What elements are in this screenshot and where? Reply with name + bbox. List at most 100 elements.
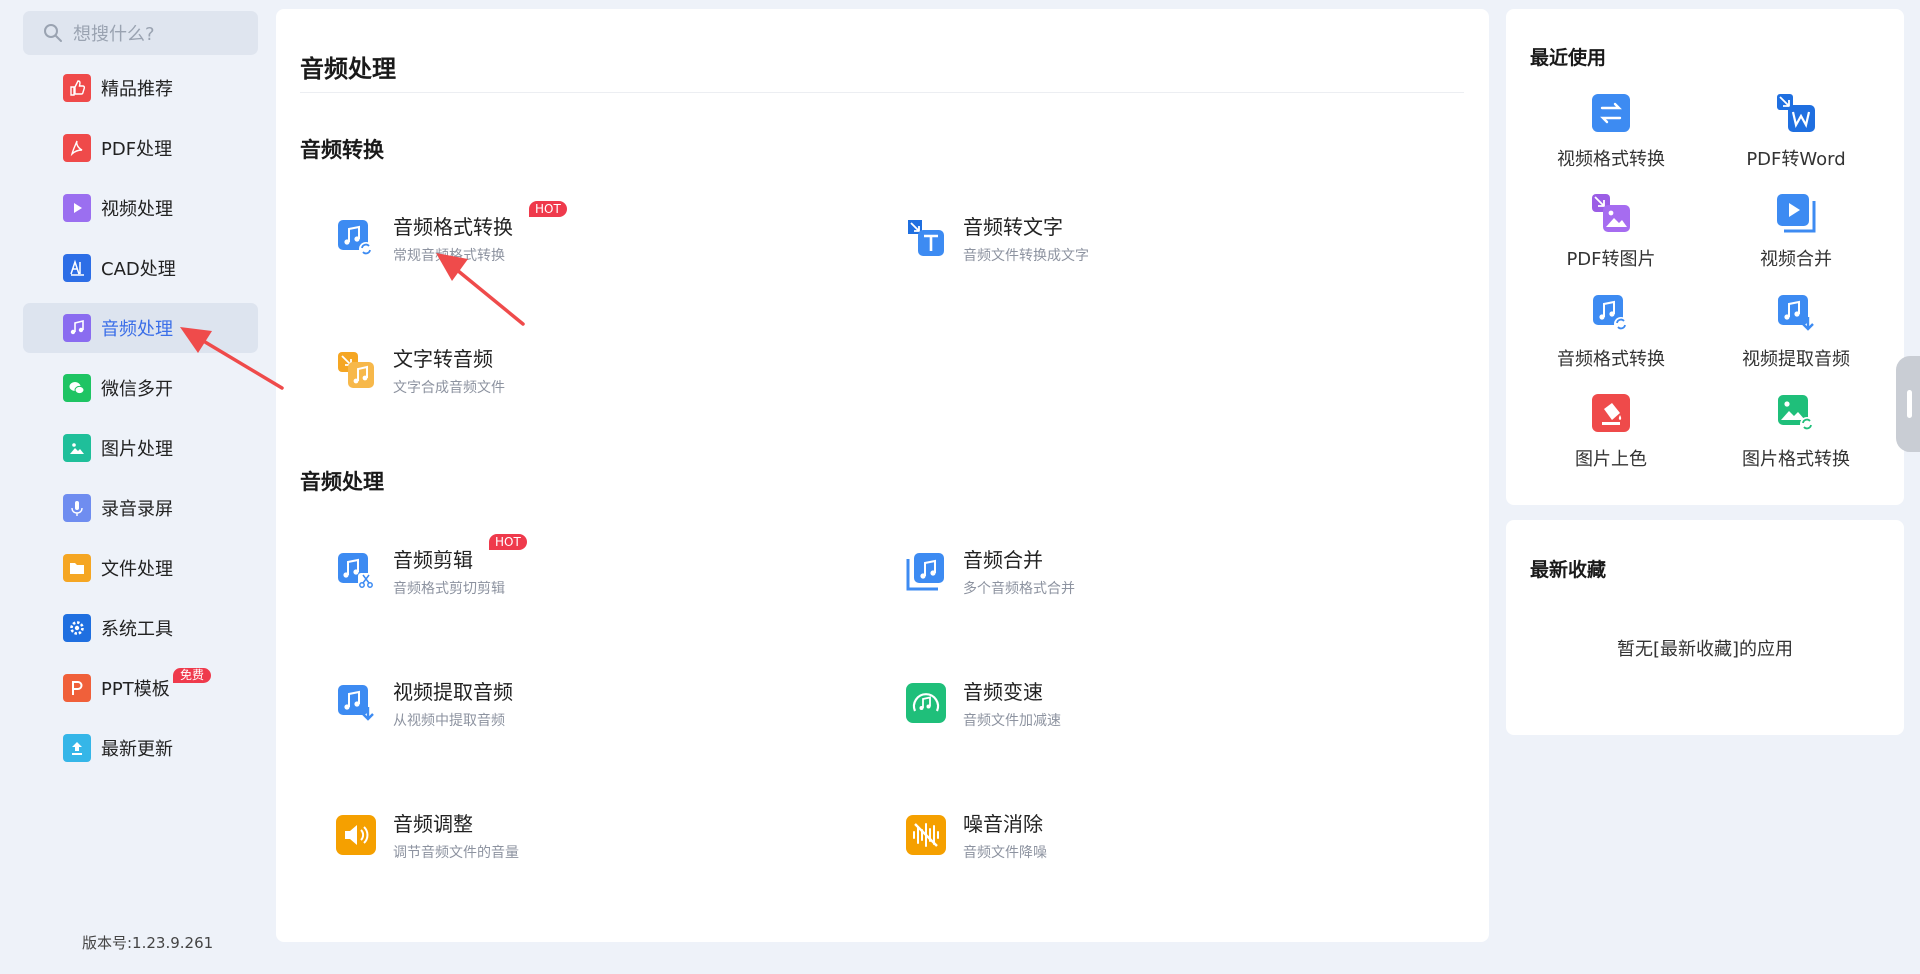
tool-name: 噪音消除 — [963, 812, 1043, 836]
recent-item-label: PDF转Word — [1746, 149, 1846, 170]
sidebar-item-label: 音频处理 — [101, 319, 173, 340]
search-icon — [44, 24, 62, 42]
drawer-handle-grip — [1907, 390, 1912, 418]
tool-audio-format-convert[interactable]: 音频格式转换 HOT 常规音频格式转换 — [336, 201, 567, 265]
tool-name: 音频调整 — [393, 812, 473, 836]
paint-bucket-icon — [1591, 393, 1631, 433]
tool-name: 视频提取音频 — [393, 680, 513, 704]
tool-extract-audio[interactable]: 视频提取音频 从视频中提取音频 — [336, 676, 513, 730]
tool-name: 音频格式转换 HOT — [393, 201, 567, 240]
tool-text: 视频提取音频 从视频中提取音频 — [393, 676, 513, 730]
gear-icon — [63, 614, 91, 642]
tool-audio-cut[interactable]: 音频剪辑 HOT 音频格式剪切剪辑 — [336, 534, 527, 598]
tool-desc: 调节音频文件的音量 — [393, 845, 519, 861]
favorites-panel: 最新收藏 暂无[最新收藏]的应用 — [1506, 520, 1904, 735]
thumbs-up-icon — [63, 74, 91, 102]
pdf-to-word-icon — [1776, 93, 1816, 133]
denoise-icon — [906, 815, 946, 855]
main-panel: 音频处理 音频转换 音频格式转换 HOT 常规音频格式转换 音频转文字 音频文件… — [276, 9, 1489, 942]
sidebar-item-image[interactable]: 图片处理 — [23, 423, 258, 473]
tool-name: 音频合并 — [963, 548, 1043, 572]
tool-audio-to-text[interactable]: 音频转文字 音频文件转换成文字 — [906, 211, 1089, 265]
tool-desc: 音频文件加减速 — [963, 713, 1061, 729]
tool-name-text: 音频格式转换 — [393, 215, 513, 239]
sidebar-item-label: 文件处理 — [101, 559, 173, 580]
recent-title: 最近使用 — [1530, 47, 1607, 69]
side-drawer-handle[interactable] — [1896, 356, 1920, 452]
tool-desc: 文字合成音频文件 — [393, 380, 505, 396]
sidebar-item-label: PPT模板 — [101, 679, 170, 700]
recent-item-label: 视频合并 — [1760, 249, 1832, 270]
sidebar-item-label: 系统工具 — [101, 619, 173, 640]
sidebar-item-featured[interactable]: 精品推荐 — [23, 63, 258, 113]
tool-desc: 从视频中提取音频 — [393, 713, 505, 729]
sidebar-item-recording[interactable]: 录音录屏 — [23, 483, 258, 533]
sidebar-item-pdf[interactable]: PDF处理 — [23, 123, 258, 173]
hot-badge: HOT — [489, 534, 527, 550]
audio-speed-icon — [906, 683, 946, 723]
recent-item-extract-audio[interactable]: 视频提取音频 — [1711, 293, 1881, 371]
recent-item-pdf-to-word[interactable]: PDF转Word — [1711, 93, 1881, 171]
pdf-icon — [63, 134, 91, 162]
title-divider — [300, 92, 1464, 93]
extract-audio-icon — [336, 683, 376, 723]
recent-panel: 最近使用 视频格式转换 PDF转Word PDF转图片 视频合并 音频格式转换 — [1506, 9, 1904, 505]
tool-desc: 音频格式剪切剪辑 — [393, 581, 505, 597]
ppt-icon — [63, 674, 91, 702]
sidebar-item-updates[interactable]: 最新更新 — [23, 723, 258, 773]
tool-text: 音频变速 音频文件加减速 — [963, 676, 1061, 730]
pdf-to-image-icon — [1591, 193, 1631, 233]
upload-icon — [63, 734, 91, 762]
audio-convert-icon — [336, 218, 376, 258]
play-icon — [63, 194, 91, 222]
favorites-title: 最新收藏 — [1530, 559, 1607, 581]
sidebar-item-cad[interactable]: CAD处理 — [23, 243, 258, 293]
tool-name: 音频转文字 — [963, 215, 1063, 239]
tool-text: 音频合并 多个音频格式合并 — [963, 544, 1075, 598]
tool-text: 音频格式转换 HOT 常规音频格式转换 — [393, 201, 567, 265]
free-badge: 免费 — [173, 668, 212, 683]
tool-audio-merge[interactable]: 音频合并 多个音频格式合并 — [906, 544, 1075, 598]
microphone-icon — [63, 494, 91, 522]
tool-text: 噪音消除 音频文件降噪 — [963, 808, 1047, 862]
recent-item-label: 图片上色 — [1575, 449, 1647, 470]
tool-audio-speed[interactable]: 音频变速 音频文件加减速 — [906, 676, 1061, 730]
tool-text: 文字转音频 文字合成音频文件 — [393, 343, 505, 397]
video-merge-icon — [1776, 193, 1816, 233]
recent-item-image-colorize[interactable]: 图片上色 — [1526, 393, 1696, 471]
recent-item-image-convert[interactable]: 图片格式转换 — [1711, 393, 1881, 471]
sidebar-item-wechat[interactable]: 微信多开 — [23, 363, 258, 413]
extract-audio-icon — [1776, 293, 1816, 333]
sidebar: 想搜什么? 精品推荐 PDF处理 视频处理 CAD处理 音频处理 微信多开 图片… — [0, 0, 272, 974]
tool-desc: 音频文件转换成文字 — [963, 248, 1089, 264]
sidebar-item-system[interactable]: 系统工具 — [23, 603, 258, 653]
recent-item-video-merge[interactable]: 视频合并 — [1711, 193, 1881, 271]
sidebar-item-label: 精品推荐 — [101, 79, 173, 100]
tool-text: 音频转文字 音频文件转换成文字 — [963, 211, 1089, 265]
sidebar-item-audio[interactable]: 音频处理 — [23, 303, 258, 353]
search-placeholder: 想搜什么? — [73, 24, 155, 45]
sidebar-item-ppt[interactable]: PPT模板 免费 — [23, 663, 258, 713]
sidebar-item-file[interactable]: 文件处理 — [23, 543, 258, 593]
recent-item-audio-convert[interactable]: 音频格式转换 — [1526, 293, 1696, 371]
sidebar-item-video[interactable]: 视频处理 — [23, 183, 258, 233]
tool-name: 文字转音频 — [393, 347, 493, 371]
text-to-audio-icon — [336, 350, 376, 390]
tool-text: 音频调整 调节音频文件的音量 — [393, 808, 519, 862]
tool-denoise[interactable]: 噪音消除 音频文件降噪 — [906, 808, 1047, 862]
recent-item-pdf-to-image[interactable]: PDF转图片 — [1526, 193, 1696, 271]
section-title-processing: 音频处理 — [300, 470, 384, 494]
sidebar-nav: 精品推荐 PDF处理 视频处理 CAD处理 音频处理 微信多开 图片处理 录音录… — [23, 63, 258, 783]
tool-desc: 多个音频格式合并 — [963, 581, 1075, 597]
tool-text-to-audio[interactable]: 文字转音频 文字合成音频文件 — [336, 343, 505, 397]
search-input[interactable]: 想搜什么? — [23, 11, 258, 55]
page-title: 音频处理 — [300, 55, 396, 83]
version-label: 版本号:1.23.9.261 — [82, 934, 214, 952]
image-icon — [63, 434, 91, 462]
folder-icon — [63, 554, 91, 582]
recent-item-label: PDF转图片 — [1566, 249, 1656, 270]
recent-item-video-convert[interactable]: 视频格式转换 — [1526, 93, 1696, 171]
tool-volume-adjust[interactable]: 音频调整 调节音频文件的音量 — [336, 808, 519, 862]
recent-item-label: 图片格式转换 — [1742, 449, 1850, 470]
volume-icon — [336, 815, 376, 855]
